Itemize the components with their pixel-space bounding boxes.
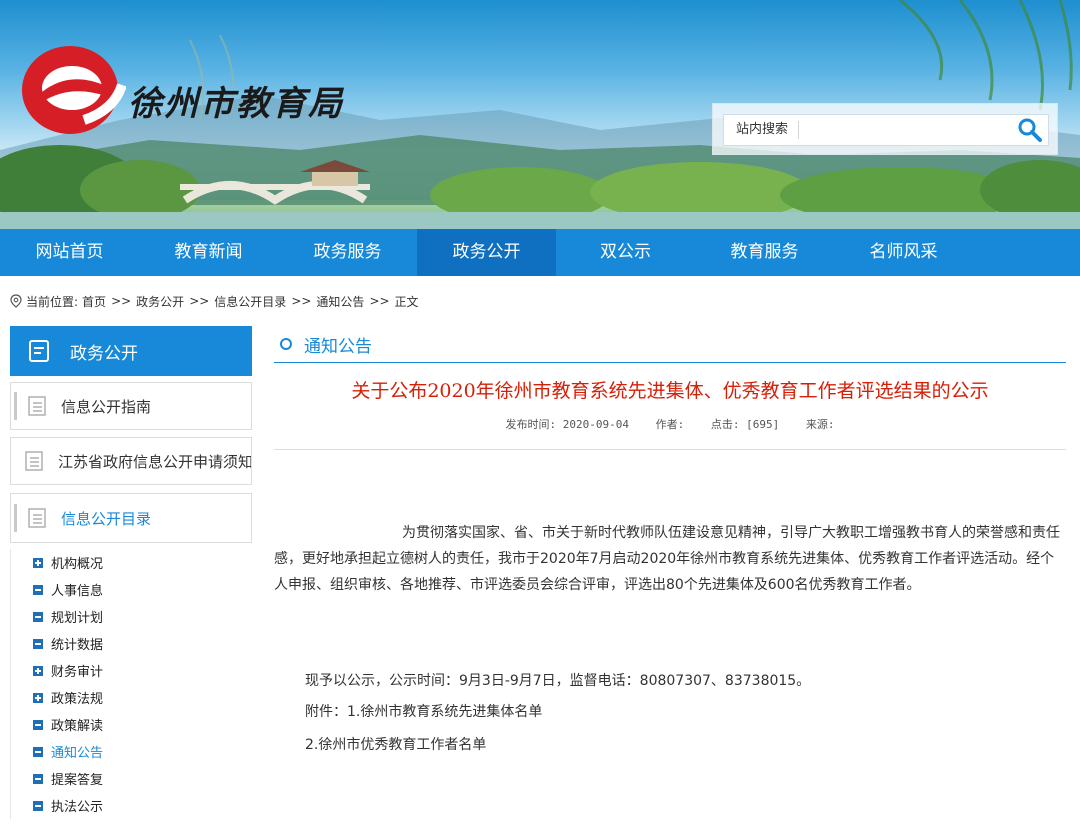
tree-item-finance-audit[interactable]: 财务审计 xyxy=(11,657,252,684)
tree-item-statistics[interactable]: 统计数据 xyxy=(11,630,252,657)
breadcrumb-separator: >> xyxy=(111,294,132,308)
attachment-1[interactable]: 附件：1.徐州市教育系统先进集体名单 xyxy=(305,701,542,721)
breadcrumb: 当前位置: 首页 >> 政务公开 >> 信息公开目录 >> 通知公告 >> 正文 xyxy=(10,290,419,312)
file-list-icon xyxy=(25,451,43,471)
collapse-icon xyxy=(33,611,43,622)
logo-icon xyxy=(22,46,126,134)
tree-item-personnel[interactable]: 人事信息 xyxy=(11,576,252,603)
sidebar-item-marker xyxy=(14,504,17,532)
catalog-tree: 机构概况 人事信息 规划计划 统计数据 财务审计 政策法规 政策解读 通知公告 … xyxy=(10,549,252,819)
expand-icon xyxy=(33,665,43,676)
breadcrumb-home[interactable]: 首页 xyxy=(82,293,106,310)
sidebar-item-marker xyxy=(14,392,17,420)
sidebar-item-info-catalog[interactable]: 信息公开目录 xyxy=(10,493,252,543)
tree-item-label: 规划计划 xyxy=(51,611,104,626)
click-count: 点击: [695] xyxy=(710,418,780,431)
breadcrumb-separator: >> xyxy=(189,294,210,308)
nav-double-publicity[interactable]: 双公示 xyxy=(556,229,695,276)
search-panel: 站内搜索 xyxy=(712,103,1058,155)
collapse-icon xyxy=(33,746,43,757)
search-button[interactable] xyxy=(1012,115,1048,145)
collapse-icon xyxy=(33,800,43,811)
tree-item-label: 机构概况 xyxy=(51,557,104,572)
tree-item-policies[interactable]: 政策法规 xyxy=(11,684,252,711)
file-list-icon xyxy=(28,508,46,528)
nav-education-services[interactable]: 教育服务 xyxy=(695,229,834,276)
tree-item-proposal-replies[interactable]: 提案答复 xyxy=(11,765,252,792)
search-bar: 站内搜索 xyxy=(723,114,1049,146)
collapse-icon xyxy=(33,773,43,784)
breadcrumb-prefix: 当前位置: xyxy=(26,294,79,309)
article-meta: 发布时间: 2020-09-04 作者: 点击: [695] 来源: xyxy=(274,416,1066,432)
tree-item-label: 通知公告 xyxy=(51,746,104,761)
sidebar-item-label: 信息公开目录 xyxy=(61,509,152,528)
search-input[interactable] xyxy=(799,116,1012,144)
nav-education-news[interactable]: 教育新闻 xyxy=(139,229,278,276)
expand-icon xyxy=(33,557,43,568)
header-banner: 徐州市教育局 站内搜索 xyxy=(0,0,1080,230)
publish-date: 发布时间: 2020-09-04 xyxy=(505,418,629,431)
article-title: 关于公布2020年徐州市教育系统先进集体、优秀教育工作者评选结果的公示 xyxy=(351,380,989,402)
breadcrumb-separator: >> xyxy=(291,294,312,308)
nav-home[interactable]: 网站首页 xyxy=(0,229,139,276)
expand-icon xyxy=(33,692,43,703)
circle-bullet-icon xyxy=(280,338,292,350)
attachment-2[interactable]: 2.徐州市优秀教育工作者名单 xyxy=(305,734,486,754)
search-icon xyxy=(1018,118,1042,142)
tree-item-label: 提案答复 xyxy=(51,773,104,788)
author: 作者: xyxy=(655,418,685,431)
site-logo-text: 徐州市教育局 xyxy=(128,84,344,124)
breadcrumb-separator: >> xyxy=(369,294,390,308)
section-title: 通知公告 xyxy=(304,336,372,357)
breadcrumb-info-catalog[interactable]: 信息公开目录 xyxy=(214,293,286,310)
main-content: 通知公告 关于公布2020年徐州市教育系统先进集体、优秀教育工作者评选结果的公示… xyxy=(274,326,1066,826)
collapse-icon xyxy=(33,719,43,730)
sidebar-item-info-guide[interactable]: 信息公开指南 xyxy=(10,382,252,430)
sidebar-item-label: 信息公开指南 xyxy=(61,397,152,416)
document-icon xyxy=(29,340,49,362)
nav-government-services[interactable]: 政务服务 xyxy=(278,229,417,276)
file-list-icon xyxy=(28,396,46,416)
tree-item-notices[interactable]: 通知公告 xyxy=(11,738,252,765)
article-body: 为贯彻落实国家、省、市关于新时代教师队伍建设意见精神，引导广大教职工增强教书育人… xyxy=(274,525,1060,593)
tree-item-label: 统计数据 xyxy=(51,638,104,653)
tree-item-label: 财务审计 xyxy=(51,665,104,680)
tree-item-label: 政策法规 xyxy=(51,692,104,707)
tree-item-planning[interactable]: 规划计划 xyxy=(11,603,252,630)
location-pin-icon xyxy=(10,294,22,308)
tree-item-organization[interactable]: 机构概况 xyxy=(11,549,252,576)
breadcrumb-current: 正文 xyxy=(394,294,419,309)
tree-item-label: 政策解读 xyxy=(51,719,104,734)
article-paragraph-publicity: 现予以公示，公示时间：9月3日-9月7日，监督电话：80807307、83738… xyxy=(305,673,811,689)
search-label: 站内搜索 xyxy=(724,121,800,139)
breadcrumb-government-affairs[interactable]: 政务公开 xyxy=(136,293,184,310)
tree-item-policy-interpretation[interactable]: 政策解读 xyxy=(11,711,252,738)
divider xyxy=(274,449,1066,450)
section-header: 通知公告 xyxy=(274,326,1066,363)
tree-item-label: 人事信息 xyxy=(51,584,104,599)
collapse-icon xyxy=(33,584,43,595)
sidebar-item-application-notice[interactable]: 江苏省政府信息公开申请须知 xyxy=(10,437,252,485)
collapse-icon xyxy=(33,638,43,649)
tree-item-law-enforcement[interactable]: 执法公示 xyxy=(11,792,252,819)
sidebar: 政务公开 信息公开指南 江苏省政府信息公开申请须知 信息公开目录 机构概况 人事… xyxy=(10,326,252,826)
nav-famous-teachers[interactable]: 名师风采 xyxy=(834,229,973,276)
main-nav: 网站首页 教育新闻 政务服务 政务公开 双公示 教育服务 名师风采 xyxy=(0,229,1080,276)
sidebar-title: 政务公开 xyxy=(70,343,138,364)
tree-item-label: 执法公示 xyxy=(51,800,104,815)
breadcrumb-notices[interactable]: 通知公告 xyxy=(316,293,364,310)
source: 来源: xyxy=(805,418,835,431)
nav-government-affairs[interactable]: 政务公开 xyxy=(417,229,556,276)
sidebar-header: 政务公开 xyxy=(10,326,252,376)
sidebar-item-label: 江苏省政府信息公开申请须知 xyxy=(58,452,252,471)
